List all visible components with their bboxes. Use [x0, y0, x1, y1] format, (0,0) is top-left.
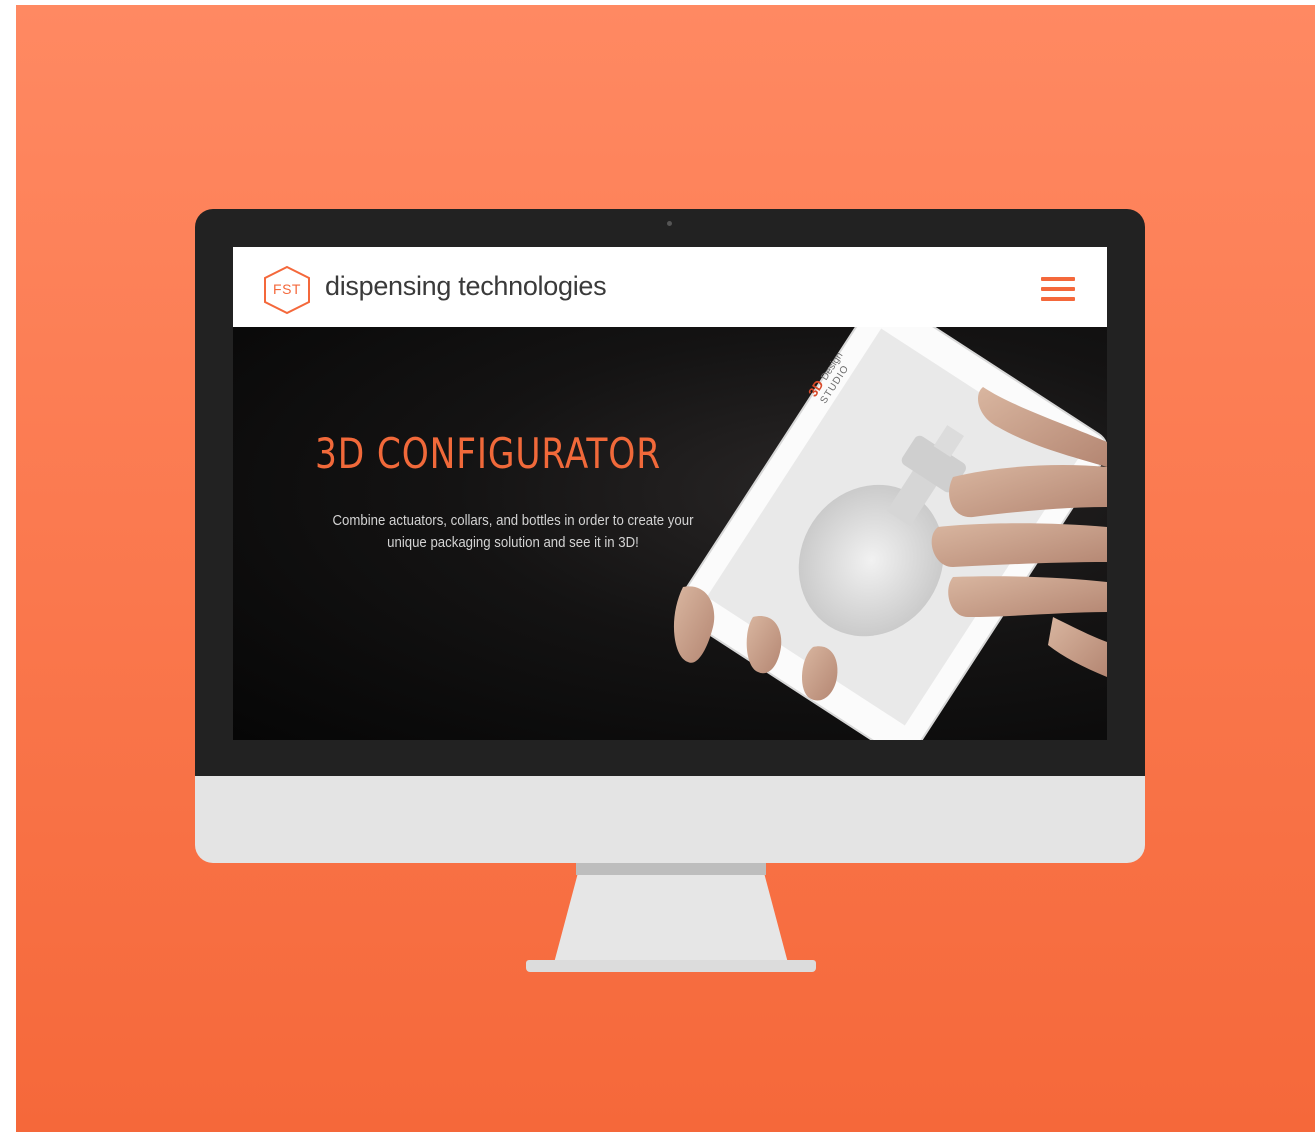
- site-header: FST dispensing technologies: [233, 247, 1107, 327]
- camera-icon: [667, 221, 672, 226]
- tablet-in-hands-image: 3D Design STUDIO: [673, 327, 1107, 740]
- hero-banner: 3D CONFIGURATOR Combine actuators, colla…: [233, 327, 1107, 740]
- hamburger-menu-icon[interactable]: [1041, 277, 1075, 301]
- brand-name[interactable]: dispensing technologies: [325, 271, 607, 302]
- logo-text: FST: [273, 281, 301, 297]
- monitor-chin: [195, 776, 1145, 863]
- monitor-screen: FST dispensing technologies 3D CONFIGURA…: [233, 247, 1107, 740]
- monitor-stand-base: [526, 960, 816, 972]
- monitor-stand: [554, 875, 788, 963]
- hero-title: 3D CONFIGURATOR: [315, 429, 661, 478]
- hexagon-logo-icon[interactable]: FST: [261, 265, 313, 315]
- monitor-stand-neck: [576, 863, 766, 875]
- mockup-background: FST dispensing technologies 3D CONFIGURA…: [16, 5, 1315, 1132]
